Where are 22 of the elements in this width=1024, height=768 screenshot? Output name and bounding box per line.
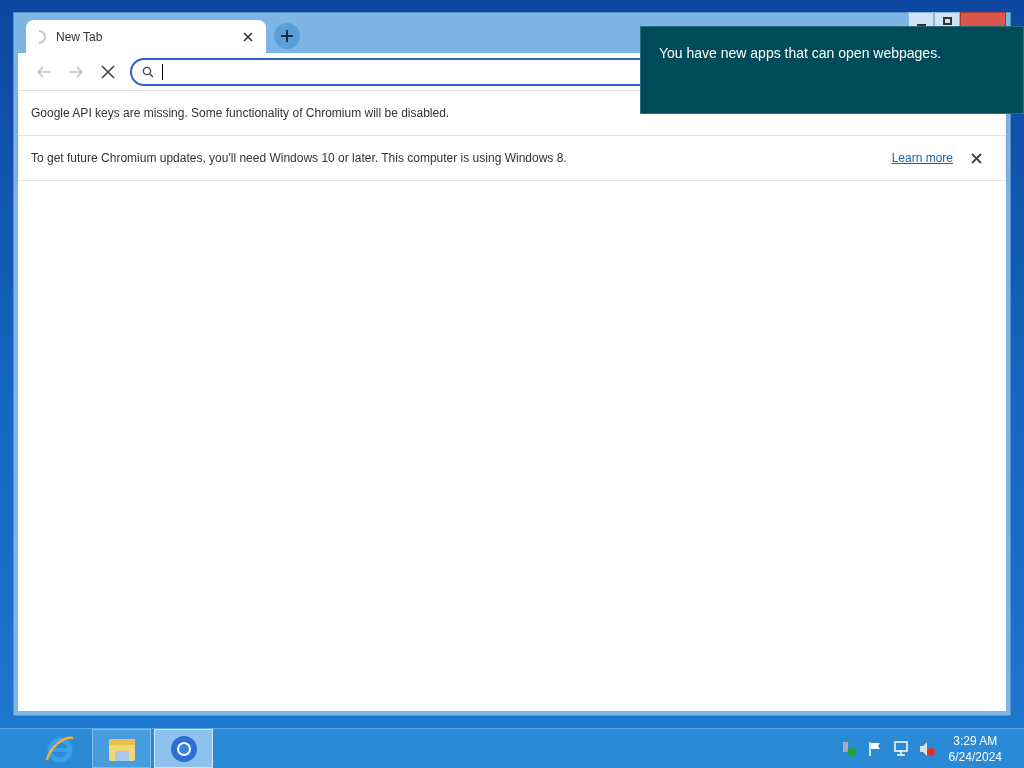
- flag-icon: [866, 740, 883, 757]
- usb-check-icon: [840, 740, 857, 757]
- network-icon: [892, 740, 909, 757]
- speaker-muted-icon: [918, 740, 935, 757]
- infobar-message: Google API keys are missing. Some functionality of Chromium will be disabled.: [31, 105, 451, 122]
- plus-icon: [281, 30, 293, 42]
- learn-more-link[interactable]: Learn more: [891, 149, 953, 167]
- close-icon[interactable]: [242, 30, 254, 43]
- clock-time: 3:29 AM: [953, 732, 998, 749]
- infobar-message: To get future Chromium updates, you'll need Windows 10 or later. This computer is using Windows 8.: [31, 150, 568, 167]
- stop-icon: [101, 64, 115, 79]
- forward-arrow-icon: [68, 63, 84, 80]
- chromium-icon: [168, 733, 199, 764]
- tab-title: New Tab: [56, 28, 104, 46]
- clock-date: 6/24/2024: [948, 748, 1002, 765]
- back-arrow-icon: [36, 63, 52, 80]
- new-tab-button[interactable]: [274, 23, 300, 49]
- notification-message: You have new apps that can open webpages.: [659, 45, 942, 61]
- close-icon[interactable]: [969, 151, 983, 165]
- notification-toast[interactable]: You have new apps that can open webpages.: [640, 26, 1024, 114]
- browser-tab[interactable]: New Tab: [26, 20, 266, 53]
- search-icon: [142, 65, 154, 78]
